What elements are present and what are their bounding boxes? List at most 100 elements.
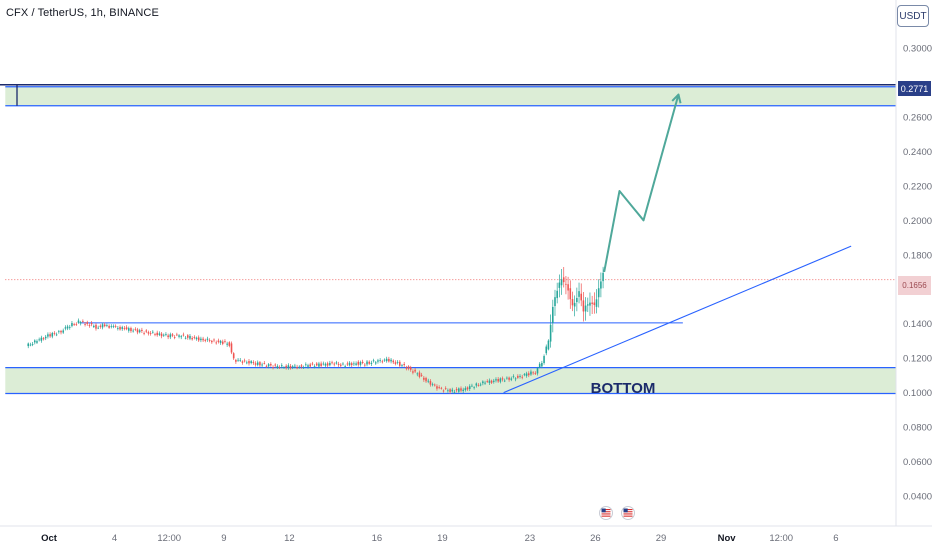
candle-body [248,361,250,364]
candle-body [525,373,528,376]
candle-body [62,330,65,333]
levels-layer [5,279,896,324]
candle-body [285,365,287,368]
event-markers[interactable] [599,506,635,520]
candle-body [370,362,373,364]
candle-body [55,334,58,336]
candle-body [213,339,215,341]
us-flag-event-icon[interactable] [599,506,613,520]
candle-body [49,334,51,337]
candle-body [512,376,515,378]
candle-body [322,363,325,365]
candle-body [250,361,252,364]
candle-body [64,327,67,329]
candle-body [344,366,346,368]
us-flag-stripe [623,515,633,517]
candle-body [427,380,430,382]
candle-body [374,362,377,364]
candle-body [219,340,222,343]
candle-body [38,339,40,341]
candle-body [372,360,375,362]
candle-body [272,367,274,368]
candle-body [361,361,364,363]
candle-body [291,366,294,368]
candle-body [154,334,156,335]
candle-body [287,365,290,368]
candle-body [145,330,148,332]
candle-body [315,363,318,366]
candle-body [464,388,467,391]
candle-body [479,384,482,386]
candle-body [110,326,113,328]
candle-body [136,329,139,333]
candle-body [73,324,75,325]
projection-path [603,94,680,273]
candle-body [473,387,475,389]
zones-layer [0,84,897,395]
candle-body [499,378,502,382]
candle-body [538,363,541,368]
x-tick-label: 29 [656,533,667,544]
x-tick-label: 6 [833,533,838,544]
candle-body [108,325,110,328]
us-flag-icon-ring [599,506,613,520]
candle-body [90,323,93,325]
candle-body [346,363,349,365]
candle-body [508,377,510,380]
candle-body [436,386,438,389]
candle-body [444,388,447,390]
candle-body [560,279,563,286]
candle-body [433,384,436,386]
candle-body [51,333,54,337]
candle-body [296,366,298,369]
candle-body [552,306,554,323]
candle-body [582,300,585,312]
candle-body [40,337,43,341]
candle-body [527,373,530,376]
candle-body [523,374,526,376]
candle-body [302,367,305,369]
candle-body [283,367,285,369]
candle-body [331,362,333,364]
x-tick-label: Nov [718,533,737,544]
candle-body [114,325,117,327]
candle-body [468,386,471,389]
candle-body [195,337,198,340]
candle-body [130,328,132,332]
candle-body [405,367,408,369]
y-tick-label: 0.1800 [903,250,932,261]
candle-body [541,362,543,367]
candle-body [169,334,172,338]
candle-body [571,299,574,306]
candle-body [486,381,489,382]
currency-button[interactable]: USDT [897,5,929,27]
candle-body [243,360,246,362]
candle-body [501,378,504,380]
candle-body [438,387,440,388]
candle-body [595,299,598,307]
candle-body [184,337,187,339]
candle-body [431,384,434,386]
candle-body [125,327,128,330]
candle-body [591,302,593,304]
candle-body [602,272,604,282]
candle-body [466,387,469,390]
y-tick-label: 0.2600 [903,112,932,123]
candle-body [530,371,532,375]
candle-body [79,322,82,324]
candle-body [549,324,552,342]
candle-body [350,363,353,366]
candle-body [75,323,78,325]
time-axis[interactable]: Oct 4 12:00 9 12 16 19 23 26 29 Nov 12:00 6 [0,525,932,550]
candle-body [167,335,169,338]
us-flag-event-icon[interactable] [621,506,635,520]
candle-body [451,389,454,392]
chart-title: CFX / TetherUS, 1h, BINANCE [6,7,159,19]
candle-body [562,277,565,283]
candle-body [191,338,193,340]
candle-body [36,341,38,343]
candle-body [584,305,587,312]
candle-body [326,363,329,366]
price-chart[interactable]: 0.3000 0.2600 0.2400 0.2200 0.2000 0.1800 0.14… [0,0,932,550]
candle-body [206,338,209,340]
